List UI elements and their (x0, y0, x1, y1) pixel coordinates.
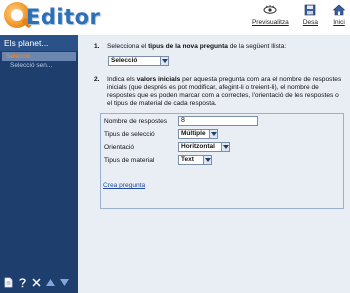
preview-eye-icon (263, 5, 277, 14)
question-type-value: Selecció (111, 57, 138, 64)
sidebar: Els planet... Selecció Selecció sen... (0, 35, 78, 293)
chevron-down-icon (221, 143, 229, 151)
step-1-text-after: de la següent llista: (227, 43, 287, 50)
step-2-instruction: 2. Indica els valors inicials per aquest… (94, 76, 344, 108)
orientation-select[interactable]: Horitzontal (178, 142, 230, 152)
preview-label: Previsualitza (251, 19, 289, 26)
step-2-text-before: Indica els (107, 76, 137, 83)
preview-button[interactable]: Previsualitza (252, 4, 289, 32)
home-icon (332, 4, 346, 16)
sidebar-title[interactable]: Els planet... (0, 35, 78, 51)
selection-type-label: Tipus de selecció (104, 131, 155, 138)
app-header: Editor Previsualitza Desa Inici (0, 0, 350, 34)
chevron-down-icon (209, 130, 217, 138)
chevron-down-icon (203, 156, 211, 164)
home-button[interactable]: Inici (332, 4, 346, 32)
save-label: Desa (302, 19, 318, 26)
step-2-text-bold: valors inicials (136, 76, 181, 83)
home-label: Inici (333, 19, 345, 26)
material-type-label: Tipus de material (104, 157, 155, 164)
num-answers-label: Nombre de respostes (104, 118, 168, 125)
step-1-text-before: Selecciona el (107, 43, 149, 50)
help-question-icon[interactable] (17, 277, 28, 288)
num-answers-input[interactable]: 8 (178, 116, 258, 126)
material-type-select[interactable]: Text (178, 155, 212, 165)
initial-values-panel: Nombre de respostes 8 Tipus de selecció … (100, 113, 344, 209)
sidebar-toolbar (0, 275, 78, 289)
orientation-label: Orientació (104, 144, 135, 151)
new-page-icon[interactable] (3, 277, 14, 288)
selection-type-select[interactable]: Múltiple (178, 129, 218, 139)
question-type-select[interactable]: Selecció (108, 56, 169, 66)
orientation-value: Horitzontal (181, 143, 215, 150)
save-disk-icon (305, 4, 316, 16)
chevron-down-icon (160, 57, 168, 65)
step-1-number: 1. (94, 43, 100, 50)
save-button[interactable]: Desa (303, 4, 318, 32)
step-1-text-bold: tipus de la nova pregunta (148, 43, 228, 50)
header-toolbar: Previsualitza Desa Inici (238, 4, 346, 32)
delete-x-icon[interactable] (31, 277, 42, 288)
logo-text: Editor (26, 5, 101, 29)
step-1-instruction: 1. Selecciona el tipus de la nova pregun… (94, 43, 344, 51)
material-type-value: Text (181, 156, 194, 163)
main-panel: 1. Selecciona el tipus de la nova pregun… (78, 35, 350, 293)
create-question-link[interactable]: Crea pregunta (103, 182, 145, 189)
sidebar-item-seleccio-sen[interactable]: Selecció sen... (2, 61, 76, 70)
move-down-icon[interactable] (59, 277, 70, 288)
qv-editor-logo: Editor (4, 2, 104, 32)
sidebar-item-seleccio[interactable]: Selecció (2, 52, 76, 61)
selection-type-value: Múltiple (181, 130, 206, 137)
move-up-icon[interactable] (45, 277, 56, 288)
step-2-number: 2. (94, 76, 100, 83)
